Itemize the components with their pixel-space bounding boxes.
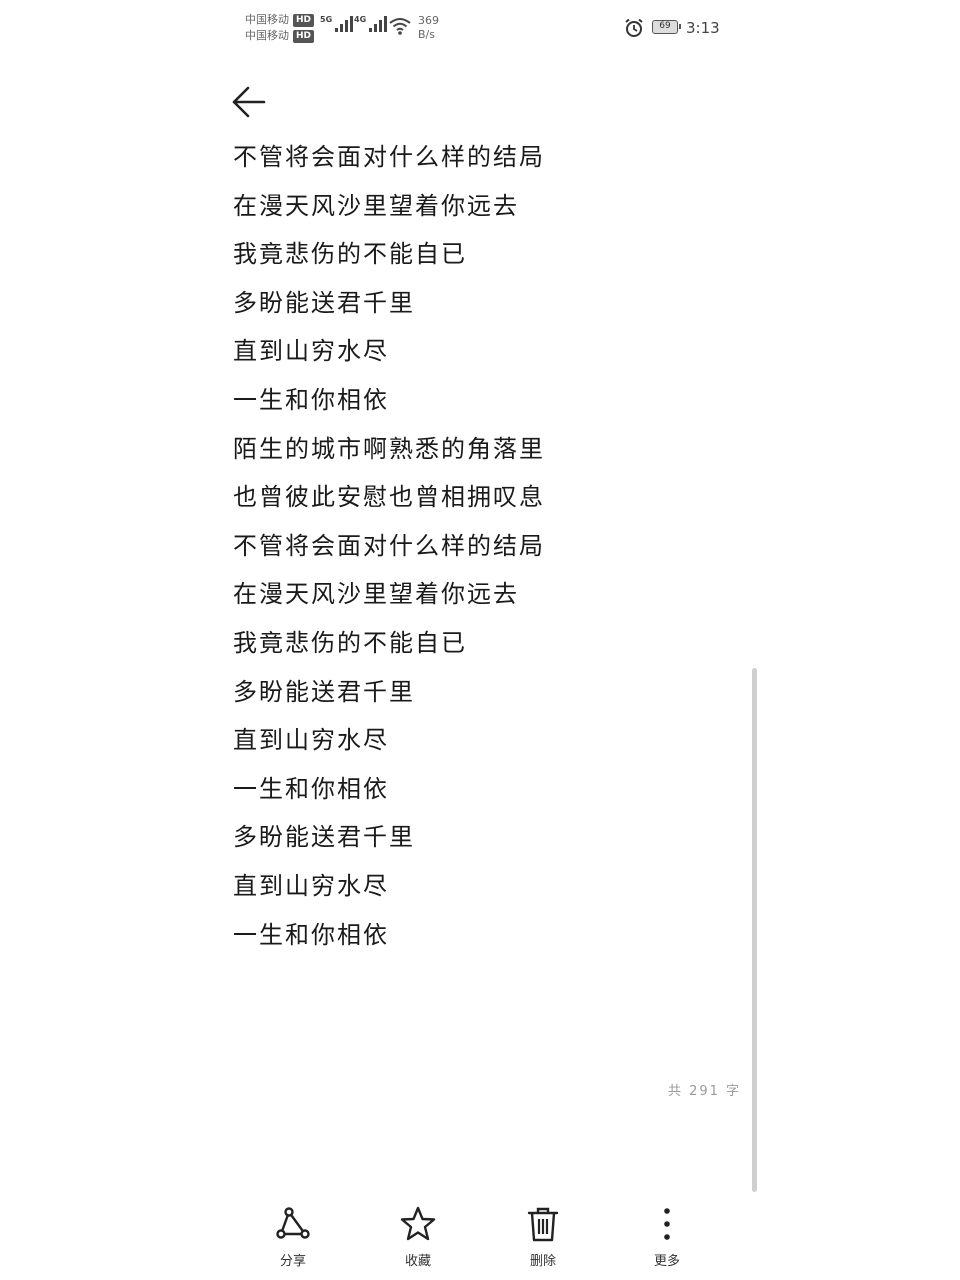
note-line: 在漫天风沙里望着你远去 [233, 580, 519, 609]
favorite-button[interactable]: 收藏 [373, 1196, 463, 1276]
network-type-label: 5G [320, 15, 333, 24]
more-button[interactable]: 更多 [622, 1196, 712, 1276]
note-content[interactable]: 不管将会面对什么样的结局 在漫天风沙里望着你远去 我竟悲伤的不能自已 多盼能送君千里直… [233, 133, 733, 959]
network-speed: 369 B/s [418, 14, 439, 42]
hd-badge: HD [293, 13, 315, 27]
status-bar: 中国移动 HD 中国移动 HD 5G 4G 369 B/s 69 3:13 [0, 0, 960, 60]
status-time: 3:13 [686, 19, 720, 37]
more-vertical-icon [664, 1208, 670, 1240]
scrollbar[interactable] [752, 668, 757, 1192]
arrow-left-icon [232, 86, 266, 118]
delete-button[interactable]: 删除 [498, 1196, 588, 1276]
note-line: 在漫天风沙里望着你远去 [233, 191, 519, 220]
note-line: 多盼能送君千里 [233, 677, 415, 706]
hd-badge: HD [293, 29, 315, 43]
star-icon [400, 1206, 436, 1241]
carrier-name: 中国移动 [245, 29, 289, 42]
note-line: 直到山穷水尽 [233, 337, 389, 366]
speed-unit: B/s [418, 28, 435, 41]
note-line: 多盼能送君千里 [233, 823, 415, 852]
network-type-label: 4G [354, 15, 367, 24]
share-label: 分享 [279, 1254, 306, 1269]
note-line: 一生和你相依 [233, 385, 389, 414]
note-line: 多盼能送君千里 [233, 288, 415, 317]
carrier-info: 中国移动 HD 中国移动 HD [245, 12, 315, 44]
word-count: 共 291 字 [668, 1084, 742, 1099]
delete-label: 删除 [529, 1254, 556, 1269]
note-line: 不管将会面对什么样的结局 [233, 531, 545, 560]
bottom-toolbar: 分享 收藏 删除 更多 [230, 1196, 730, 1276]
note-line: 直到山穷水尽 [233, 871, 389, 900]
signal-5g-icon: 5G [320, 15, 354, 32]
note-line: 也曾彼此安慰也曾相拥叹息 [233, 483, 545, 512]
trash-icon [527, 1207, 559, 1242]
alarm-clock-icon [624, 18, 644, 42]
note-line: 一生和你相依 [233, 920, 389, 949]
note-line: 我竟悲伤的不能自已 [233, 628, 467, 657]
wifi-icon [388, 16, 412, 40]
note-line: 我竟悲伤的不能自已 [233, 240, 467, 269]
share-icon [276, 1207, 310, 1239]
share-button[interactable]: 分享 [248, 1196, 338, 1276]
note-line: 直到山穷水尽 [233, 726, 389, 755]
signal-4g-icon: 4G [354, 15, 388, 32]
speed-value: 369 [418, 14, 439, 27]
note-line: 不管将会面对什么样的结局 [233, 143, 545, 171]
battery-icon: 69 [652, 20, 681, 34]
carrier-name: 中国移动 [245, 13, 289, 26]
more-label: 更多 [653, 1254, 680, 1269]
back-button[interactable] [228, 80, 272, 124]
note-line: 陌生的城市啊熟悉的角落里 [233, 434, 545, 463]
favorite-label: 收藏 [404, 1254, 431, 1269]
battery-level: 69 [659, 21, 671, 31]
note-line: 一生和你相依 [233, 774, 389, 803]
